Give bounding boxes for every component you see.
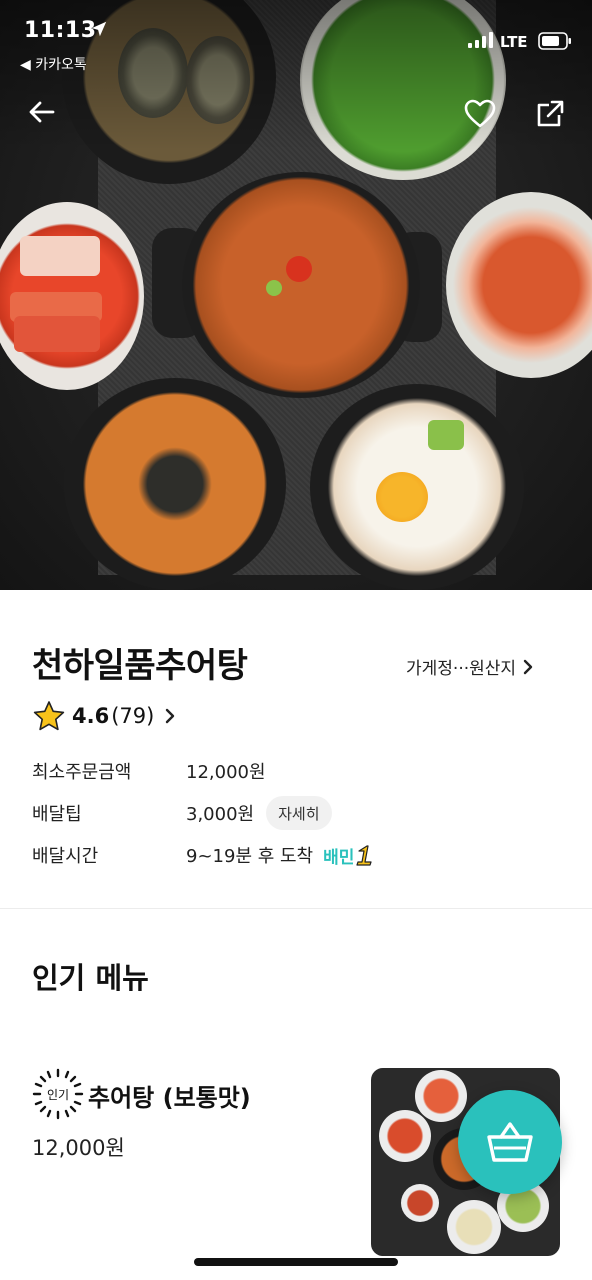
- menu-item-price: 12,000원: [32, 1136, 125, 1160]
- star-icon: [33, 701, 65, 731]
- battery-icon: [538, 32, 571, 50]
- chueotang-pot: [182, 172, 420, 398]
- delivery-tip-value: 3,000원: [186, 804, 255, 825]
- egg-yolk: [376, 472, 428, 522]
- perilla-soup-pot: [64, 378, 286, 590]
- share-icon: [537, 100, 564, 127]
- store-info-link[interactable]: 가게정···원산지: [406, 654, 534, 679]
- shopping-basket-icon: [487, 1122, 533, 1162]
- thumb-cabbage-bowl: [379, 1110, 431, 1162]
- share-button[interactable]: [530, 94, 570, 134]
- popular-menu-title: 인기 메뉴: [32, 961, 149, 995]
- heart-icon: [464, 99, 496, 128]
- delivery-time-value: 9~19분 후 도착: [186, 846, 314, 867]
- green-onion: [428, 420, 464, 450]
- min-order-label: 최소주문금액: [32, 762, 132, 783]
- rating-value: 4.6: [72, 704, 110, 728]
- network-type: LTE: [500, 33, 528, 51]
- location-arrow-icon: [91, 21, 107, 37]
- delivery-tip-row: 배달팁 3,000원 자세히: [32, 796, 332, 830]
- back-button[interactable]: [22, 92, 62, 132]
- delivery-time-label: 배달시간: [32, 846, 99, 867]
- thumb-kimchi-bowl: [415, 1070, 467, 1122]
- baemin-one-logo-icon: [356, 845, 373, 866]
- delivery-tip-label: 배달팁: [32, 804, 82, 825]
- baemin-badge-text: 배민: [323, 847, 355, 868]
- min-order-value: 12,000원: [186, 762, 266, 783]
- chevron-right-icon: [523, 659, 533, 674]
- rating-row[interactable]: 4.6 (79): [32, 698, 176, 734]
- section-divider: [0, 908, 592, 909]
- radish-piece: [14, 316, 100, 352]
- status-time: 11:13: [24, 18, 97, 43]
- home-indicator: [194, 1258, 398, 1266]
- thumb-side-bowl: [401, 1184, 439, 1222]
- back-arrow-icon: [29, 101, 55, 123]
- review-count: (79): [111, 704, 155, 728]
- thumb-sprouts-bowl: [447, 1200, 501, 1254]
- chevron-right-icon: [166, 708, 175, 724]
- back-to-app-link[interactable]: ◀ 카카오톡: [20, 54, 87, 74]
- store-name: 천하일품추어탕: [32, 646, 248, 686]
- store-info-link-label: 가게정···원산지: [406, 659, 517, 679]
- menu-item-name: 추어탕 (보통맛): [88, 1084, 251, 1112]
- baemin-one-badge: 배민: [323, 843, 377, 868]
- delivery-tip-detail-button[interactable]: 자세히: [266, 796, 332, 830]
- favorite-button[interactable]: [460, 94, 500, 134]
- green-pepper-slice: [266, 280, 282, 296]
- status-bar: 11:13 ◀ 카카오톡 LTE: [0, 0, 592, 80]
- cart-button[interactable]: [458, 1090, 562, 1194]
- signal-strength-icon: [468, 32, 493, 48]
- min-order-row: 최소주문금액 12,000원: [32, 756, 266, 786]
- hero-food-photo: [0, 0, 592, 590]
- popular-badge-label: 인기: [47, 1088, 69, 1102]
- radish-piece: [20, 236, 100, 276]
- popular-badge-icon: 인기: [32, 1068, 84, 1120]
- chili-pepper: [286, 256, 312, 282]
- delivery-time-row: 배달시간 9~19분 후 도착 배민: [32, 840, 377, 870]
